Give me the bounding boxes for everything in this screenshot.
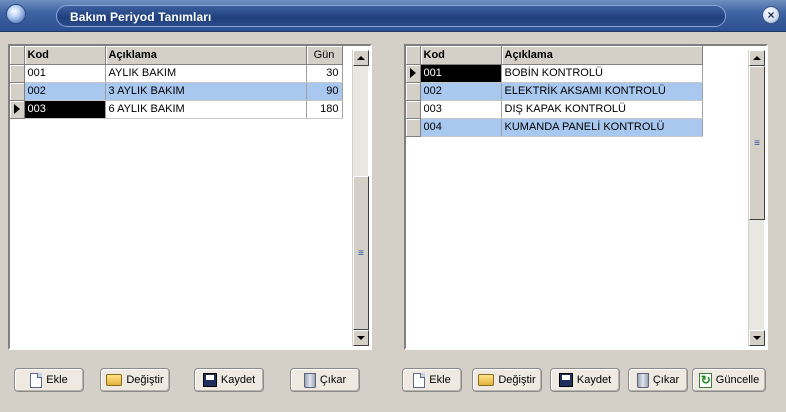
trash-icon [303, 372, 316, 388]
control-grid-header: Kod Açıklama [406, 46, 703, 65]
column-header-gun[interactable]: Gün [306, 46, 343, 65]
right-update-button[interactable]: Güncelle [692, 368, 766, 392]
current-row-arrow-icon [13, 104, 20, 115]
cell-gun[interactable]: 90 [306, 82, 343, 101]
table-row[interactable]: 003 DIŞ KAPAK KONTROLÜ [406, 100, 703, 119]
period-grid-panel: Kod Açıklama Gün 001 AYLIK BAKIM 30 002 … [8, 44, 372, 350]
cell-gun[interactable]: 30 [306, 64, 343, 83]
trash-icon [636, 372, 649, 388]
grip-icon: ≡ [754, 137, 760, 149]
right-add-label: Ekle [429, 374, 451, 386]
left-add-button[interactable]: Ekle [14, 368, 84, 392]
cell-kod[interactable]: 004 [420, 118, 502, 137]
chevron-down-icon [753, 336, 761, 340]
period-grid: Kod Açıklama Gün 001 AYLIK BAKIM 30 002 … [10, 46, 343, 119]
scroll-up-button[interactable] [749, 50, 765, 66]
control-grid: Kod Açıklama 001 BOBİN KONTROLÜ 002 ELEK… [406, 46, 703, 137]
right-edit-button[interactable]: Değiştir [472, 368, 542, 392]
cell-kod[interactable]: 002 [420, 82, 502, 101]
close-button[interactable]: × [762, 6, 780, 24]
left-save-label: Kaydet [220, 374, 256, 386]
new-document-icon [413, 372, 426, 388]
control-grid-panel: Kod Açıklama 001 BOBİN KONTROLÜ 002 ELEK… [404, 44, 768, 350]
title-bar[interactable]: Bakım Periyod Tanımları × [0, 0, 786, 32]
right-save-button[interactable]: Kaydet [550, 368, 620, 392]
row-indicator[interactable] [10, 100, 25, 119]
row-indicator[interactable] [10, 82, 25, 101]
folder-open-icon [106, 374, 123, 386]
left-edit-label: Değiştir [126, 374, 164, 386]
cell-aciklama[interactable]: BOBİN KONTROLÜ [501, 64, 703, 83]
row-indicator[interactable] [406, 64, 421, 83]
cell-aciklama[interactable]: 3 AYLIK BAKIM [105, 82, 307, 101]
app-globe-icon[interactable] [6, 4, 26, 24]
left-remove-button[interactable]: Çıkar [290, 368, 360, 392]
floppy-disk-icon [558, 373, 573, 387]
period-grid-header: Kod Açıklama Gün [10, 46, 343, 65]
window-title: Bakım Periyod Tanımları [70, 10, 212, 24]
left-remove-label: Çıkar [319, 374, 347, 386]
cell-gun[interactable]: 180 [306, 100, 343, 119]
table-row[interactable]: 002 ELEKTRİK AKSAMI KONTROLÜ [406, 82, 703, 101]
right-update-label: Güncelle [715, 374, 760, 386]
row-indicator[interactable] [10, 64, 25, 83]
left-add-label: Ekle [46, 374, 68, 386]
cell-kod[interactable]: 001 [420, 64, 502, 83]
period-grid-scrollbar[interactable]: ≡ [352, 50, 369, 346]
scroll-thumb[interactable]: ≡ [749, 66, 765, 220]
row-indicator-header [406, 46, 421, 65]
chevron-up-icon [753, 56, 761, 60]
cell-aciklama[interactable]: KUMANDA PANELİ KONTROLÜ [501, 118, 703, 137]
cell-aciklama[interactable]: 6 AYLIK BAKIM [105, 100, 307, 119]
left-save-button[interactable]: Kaydet [194, 368, 264, 392]
right-remove-label: Çıkar [652, 374, 680, 386]
scroll-up-button[interactable] [353, 50, 369, 66]
current-row-arrow-icon [409, 68, 416, 79]
grip-icon: ≡ [358, 247, 364, 259]
right-edit-label: Değiştir [498, 374, 536, 386]
right-save-label: Kaydet [576, 374, 612, 386]
table-row[interactable]: 001 AYLIK BAKIM 30 [10, 64, 343, 83]
table-row[interactable]: 002 3 AYLIK BAKIM 90 [10, 82, 343, 101]
column-header-aciklama[interactable]: Açıklama [501, 46, 703, 65]
refresh-icon [698, 372, 712, 388]
chevron-up-icon [357, 56, 365, 60]
cell-aciklama[interactable]: DIŞ KAPAK KONTROLÜ [501, 100, 703, 119]
cell-kod[interactable]: 002 [24, 82, 106, 101]
cell-kod[interactable]: 003 [420, 100, 502, 119]
row-indicator[interactable] [406, 100, 421, 119]
left-edit-button[interactable]: Değiştir [100, 368, 170, 392]
table-row[interactable]: 003 6 AYLIK BAKIM 180 [10, 100, 343, 119]
close-icon: × [767, 8, 775, 22]
scroll-down-button[interactable] [353, 330, 369, 346]
table-row[interactable]: 004 KUMANDA PANELİ KONTROLÜ [406, 118, 703, 137]
column-header-kod[interactable]: Kod [420, 46, 502, 65]
row-indicator-header [10, 46, 25, 65]
cell-aciklama[interactable]: ELEKTRİK AKSAMI KONTROLÜ [501, 82, 703, 101]
column-header-kod[interactable]: Kod [24, 46, 106, 65]
column-header-aciklama[interactable]: Açıklama [105, 46, 307, 65]
control-grid-scrollbar[interactable]: ≡ [748, 50, 765, 346]
table-row[interactable]: 001 BOBİN KONTROLÜ [406, 64, 703, 83]
chevron-down-icon [357, 336, 365, 340]
right-remove-button[interactable]: Çıkar [628, 368, 688, 392]
right-add-button[interactable]: Ekle [402, 368, 462, 392]
scroll-down-button[interactable] [749, 330, 765, 346]
cell-aciklama[interactable]: AYLIK BAKIM [105, 64, 307, 83]
cell-kod[interactable]: 003 [24, 100, 106, 119]
row-indicator[interactable] [406, 82, 421, 101]
folder-open-icon [478, 374, 495, 386]
cell-kod[interactable]: 001 [24, 64, 106, 83]
new-document-icon [30, 372, 43, 388]
floppy-disk-icon [202, 373, 217, 387]
scroll-thumb[interactable]: ≡ [353, 176, 369, 330]
row-indicator[interactable] [406, 118, 421, 137]
